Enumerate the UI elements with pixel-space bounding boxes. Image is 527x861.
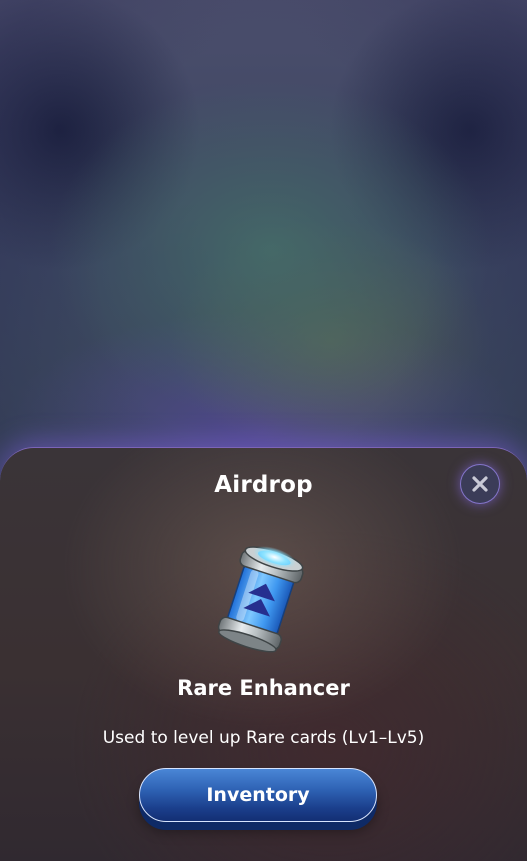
inventory-button[interactable]: Inventory xyxy=(139,768,377,822)
item-description: Used to level up Rare cards (Lv1–Lv5) xyxy=(102,728,425,748)
airdrop-screen: Airdrop Rare Enhancer Used to level up R… xyxy=(0,0,527,861)
inventory-button-label: Inventory xyxy=(206,784,310,806)
close-button[interactable] xyxy=(460,464,500,504)
popup-title: Airdrop xyxy=(214,472,313,498)
rare-enhancer-canister-icon xyxy=(205,535,317,663)
close-icon xyxy=(472,476,488,492)
item-name: Rare Enhancer xyxy=(177,676,350,700)
